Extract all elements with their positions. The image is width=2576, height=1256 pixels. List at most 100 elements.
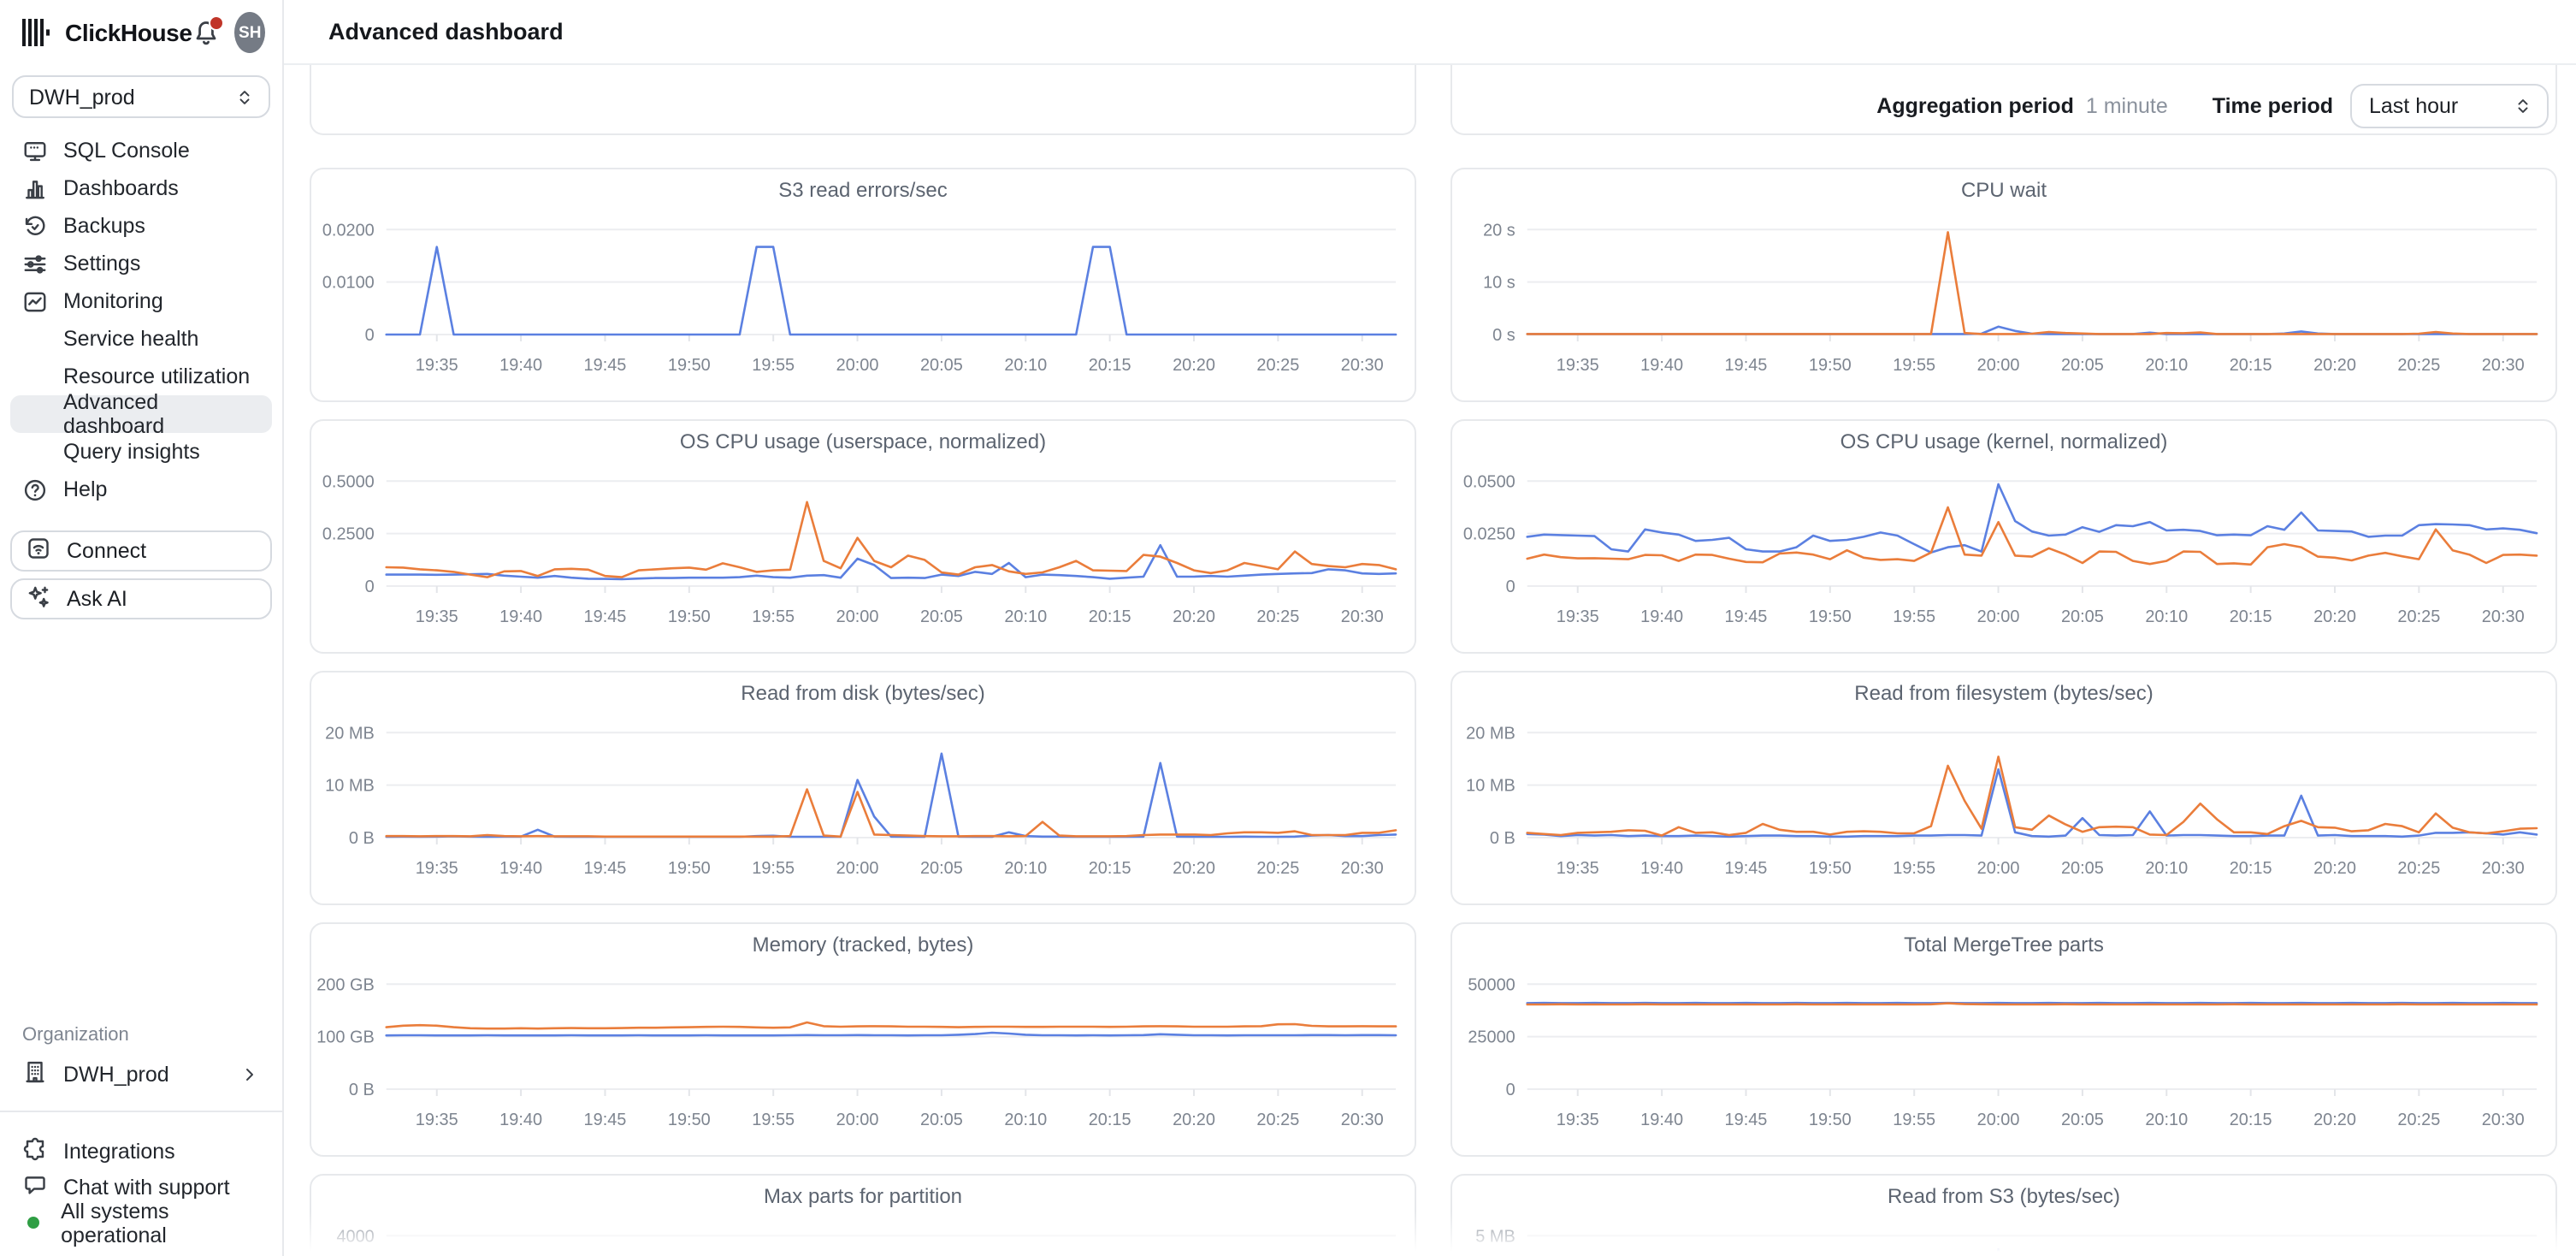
svg-text:0.2500: 0.2500 bbox=[322, 525, 375, 544]
svg-text:19:50: 19:50 bbox=[1809, 859, 1852, 878]
svg-text:20:25: 20:25 bbox=[1256, 1111, 1299, 1129]
svg-text:20:15: 20:15 bbox=[2230, 859, 2272, 878]
line-chart: 20 MB10 MB0 B19:3519:4019:4519:5019:5520… bbox=[311, 672, 1415, 903]
system-status[interactable]: All systems operational bbox=[10, 1205, 272, 1241]
svg-text:19:55: 19:55 bbox=[1893, 607, 1935, 626]
svg-text:19:45: 19:45 bbox=[1725, 356, 1768, 375]
svg-text:100 GB: 100 GB bbox=[316, 1028, 375, 1047]
connect-button-label: Connect bbox=[67, 539, 146, 563]
svg-text:19:45: 19:45 bbox=[584, 1111, 627, 1129]
sidebar-item-dashboards[interactable]: Dashboards bbox=[10, 169, 272, 207]
sidebar-item-query-insights[interactable]: Query insights bbox=[10, 433, 272, 471]
svg-text:20:05: 20:05 bbox=[2061, 1111, 2104, 1129]
svg-text:19:40: 19:40 bbox=[499, 356, 542, 375]
sidebar-item-label: Resource utilization bbox=[63, 364, 250, 388]
svg-text:20:30: 20:30 bbox=[2482, 859, 2525, 878]
svg-text:20:05: 20:05 bbox=[920, 607, 963, 626]
chart-total-mergetree-parts: Total MergeTree parts 5000025000019:3519… bbox=[1450, 922, 2557, 1157]
svg-text:0.0250: 0.0250 bbox=[1463, 525, 1515, 544]
svg-text:20:25: 20:25 bbox=[1256, 607, 1299, 626]
svg-text:19:45: 19:45 bbox=[584, 356, 627, 375]
organization-name: DWH_prod bbox=[63, 1063, 169, 1087]
sidebar-item-label: Monitoring bbox=[63, 289, 163, 313]
organization-selector[interactable]: DWH_prod bbox=[10, 1056, 272, 1093]
sidebar-item-settings[interactable]: Settings bbox=[10, 245, 272, 282]
sparkles-icon bbox=[26, 584, 51, 614]
line-chart: 5 MB2.5 MB0 B19:3519:4019:4519:5019:5520… bbox=[1452, 1176, 2555, 1256]
svg-text:19:35: 19:35 bbox=[416, 607, 458, 626]
sidebar-item-label: SQL Console bbox=[63, 139, 190, 163]
service-selector[interactable]: DWH_prod bbox=[12, 75, 270, 118]
svg-text:5 MB: 5 MB bbox=[1475, 1227, 1515, 1246]
sidebar-item-monitoring[interactable]: Monitoring bbox=[10, 282, 272, 320]
sidebar-item-integrations[interactable]: Integrations bbox=[10, 1133, 272, 1169]
svg-text:20:00: 20:00 bbox=[1977, 1111, 2020, 1129]
svg-text:19:55: 19:55 bbox=[1893, 859, 1935, 878]
svg-text:19:45: 19:45 bbox=[584, 607, 627, 626]
svg-text:19:55: 19:55 bbox=[1893, 356, 1935, 375]
line-chart: 200 GB100 GB0 B19:3519:4019:4519:5019:55… bbox=[311, 924, 1415, 1155]
svg-text:20:30: 20:30 bbox=[2482, 356, 2525, 375]
svg-text:10 s: 10 s bbox=[1483, 274, 1515, 293]
svg-text:4000: 4000 bbox=[336, 1227, 374, 1246]
svg-text:20:25: 20:25 bbox=[2397, 607, 2440, 626]
svg-text:19:40: 19:40 bbox=[1640, 607, 1683, 626]
divider bbox=[0, 1111, 282, 1112]
svg-text:20:15: 20:15 bbox=[1089, 356, 1131, 375]
sidebar-item-help[interactable]: Help bbox=[10, 471, 272, 508]
svg-text:20:20: 20:20 bbox=[2313, 607, 2356, 626]
page-title: Advanced dashboard bbox=[328, 19, 564, 44]
sidebar-item-label: Settings bbox=[63, 252, 140, 275]
svg-text:19:40: 19:40 bbox=[499, 1111, 542, 1129]
chart-os-cpu-kernel: OS CPU usage (kernel, normalized) 0.0500… bbox=[1450, 419, 2557, 654]
svg-text:20:10: 20:10 bbox=[1004, 859, 1047, 878]
ask-ai-button-label: Ask AI bbox=[67, 587, 127, 611]
notifications-bell-icon[interactable] bbox=[192, 18, 222, 47]
chart-cpu-wait: CPU wait 20 s10 s0 s19:3519:4019:4519:50… bbox=[1450, 168, 2557, 402]
chart-read-from-filesystem: Read from filesystem (bytes/sec) 20 MB10… bbox=[1450, 671, 2557, 905]
sidebar-item-backups[interactable]: Backups bbox=[10, 207, 272, 245]
aggregation-period-label: Aggregation period bbox=[1876, 94, 2074, 118]
integrations-puzzle-icon bbox=[22, 1135, 48, 1166]
status-label: All systems operational bbox=[61, 1199, 260, 1247]
organization-building-icon bbox=[22, 1059, 48, 1090]
chat-bubble-icon bbox=[22, 1171, 48, 1202]
svg-text:0 s: 0 s bbox=[1492, 326, 1515, 345]
svg-text:19:35: 19:35 bbox=[1557, 1111, 1599, 1129]
connect-icon bbox=[26, 536, 51, 566]
page-header: Advanced dashboard bbox=[284, 0, 2576, 65]
svg-text:19:40: 19:40 bbox=[499, 607, 542, 626]
line-chart: 20 MB10 MB0 B19:3519:4019:4519:5019:5520… bbox=[1452, 672, 2555, 903]
avatar[interactable]: SH bbox=[235, 12, 266, 53]
svg-text:19:50: 19:50 bbox=[668, 859, 711, 878]
svg-text:0 B: 0 B bbox=[349, 829, 375, 848]
svg-text:25000: 25000 bbox=[1468, 1028, 1515, 1047]
svg-text:20:05: 20:05 bbox=[2061, 859, 2104, 878]
svg-text:20:30: 20:30 bbox=[1341, 1111, 1384, 1129]
chart-s3-read-errors: S3 read errors/sec 0.02000.0100019:3519:… bbox=[310, 168, 1416, 402]
svg-text:19:45: 19:45 bbox=[1725, 1111, 1768, 1129]
svg-text:20 s: 20 s bbox=[1483, 221, 1515, 240]
time-period-select[interactable]: Last hour bbox=[2350, 84, 2549, 128]
svg-text:0: 0 bbox=[365, 578, 375, 596]
monitoring-icon bbox=[22, 288, 48, 314]
svg-text:0.0500: 0.0500 bbox=[1463, 472, 1515, 491]
ask-ai-button[interactable]: Ask AI bbox=[10, 578, 272, 619]
sidebar-item-service-health[interactable]: Service health bbox=[10, 320, 272, 358]
svg-text:20:20: 20:20 bbox=[1173, 1111, 1215, 1129]
svg-text:19:55: 19:55 bbox=[752, 859, 795, 878]
app: ClickHouse SH DWH_prod SQL Console Dashb… bbox=[0, 0, 2576, 1256]
chevron-right-icon bbox=[239, 1064, 260, 1085]
sidebar-item-sql-console[interactable]: SQL Console bbox=[10, 132, 272, 169]
svg-text:20:05: 20:05 bbox=[2061, 607, 2104, 626]
svg-text:20:00: 20:00 bbox=[836, 859, 879, 878]
svg-text:20:10: 20:10 bbox=[2145, 607, 2188, 626]
sidebar-item-label: Backups bbox=[63, 214, 145, 238]
svg-text:19:40: 19:40 bbox=[1640, 859, 1683, 878]
sidebar-item-advanced-dashboard[interactable]: Advanced dashboard bbox=[10, 395, 272, 433]
svg-text:0 B: 0 B bbox=[1490, 829, 1515, 848]
connect-button[interactable]: Connect bbox=[10, 530, 272, 572]
settings-sliders-icon bbox=[22, 251, 48, 276]
time-period-value: Last hour bbox=[2369, 94, 2458, 118]
backups-icon bbox=[22, 213, 48, 239]
